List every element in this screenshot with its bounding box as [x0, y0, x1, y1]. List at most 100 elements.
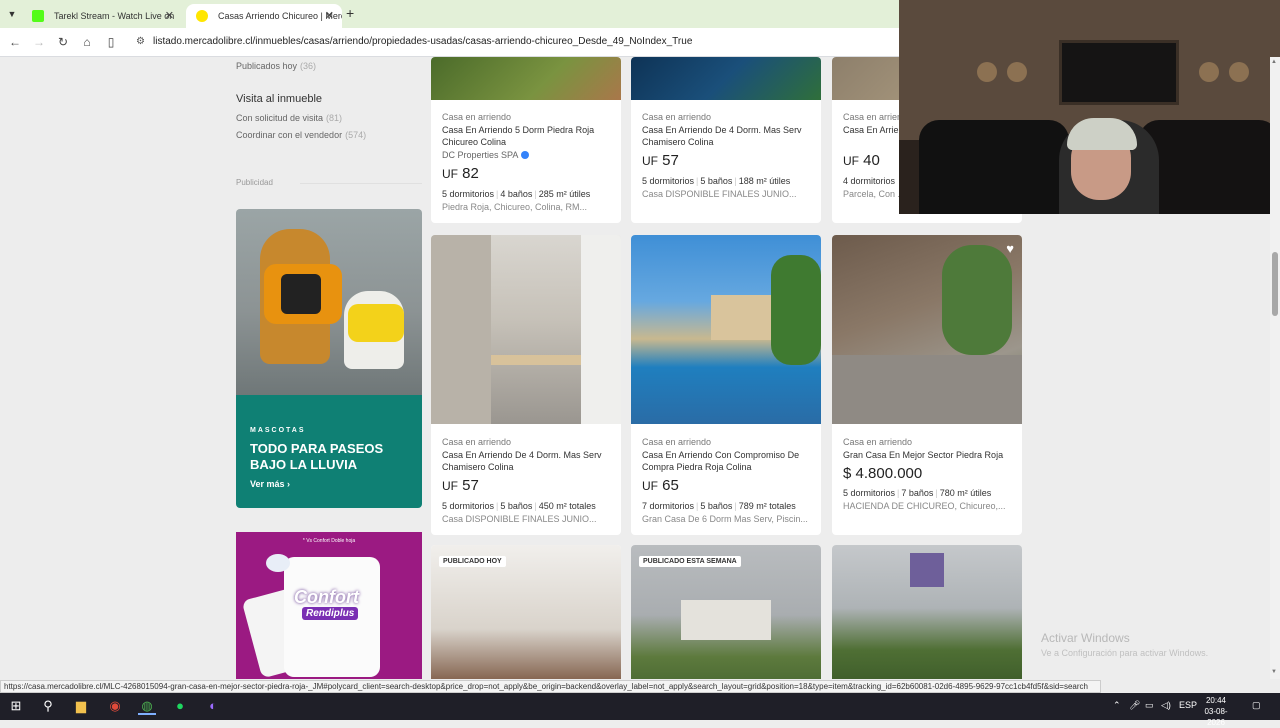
attr-baths: 7 baños	[901, 488, 934, 498]
chrome-icon[interactable]: ◍	[138, 697, 156, 715]
attr-separator: |	[935, 488, 938, 498]
scroll-down-arrow-icon[interactable]: ▼	[1271, 669, 1277, 675]
listing-price: UF 57	[642, 152, 679, 169]
filter-published-today[interactable]: Publicados hoy (36)	[236, 61, 316, 71]
forward-arrow-icon[interactable]: →	[31, 34, 47, 50]
listing-type: Casa en arriendo	[442, 437, 512, 447]
app-icon[interactable]: ◐	[204, 697, 222, 715]
yellow-raincoat	[348, 304, 404, 342]
listing-card[interactable]: Casa en arriendo Casa En Arriendo 5 Dorm…	[431, 57, 621, 223]
side-panel-icon[interactable]: ▯	[103, 34, 119, 50]
listing-card[interactable]	[832, 545, 1022, 679]
spotify-icon[interactable]: ●	[171, 697, 189, 715]
brand-sublogo: Rendiplus	[302, 607, 359, 620]
filter-label: Publicados hoy	[236, 61, 298, 71]
scrollbar-thumb[interactable]	[1272, 252, 1278, 316]
close-tab-icon[interactable]: ✕	[325, 4, 334, 28]
new-tab-plus-icon[interactable]: +	[346, 5, 354, 21]
listing-title[interactable]: Casa En Arriendo 5 Dorm Piedra Roja Chic…	[442, 124, 612, 148]
attr-area: 789 m² totales	[738, 501, 796, 511]
ad-see-more-link[interactable]: Ver más ›	[250, 479, 290, 489]
tab-title: Tarekl Stream - Watch Live on	[54, 11, 175, 21]
brand-logo: Confort	[294, 587, 359, 607]
verified-badge-icon	[521, 151, 530, 159]
network-icon[interactable]: ▭	[1145, 700, 1154, 711]
listing-photo	[431, 57, 621, 100]
language-indicator[interactable]: ESP	[1179, 700, 1197, 710]
listing-card[interactable]: Casa en arriendo Casa En Arriendo Con Co…	[631, 235, 821, 535]
page-scrollbar[interactable]: ▲ ▼	[1270, 57, 1280, 679]
attr-separator: |	[496, 189, 499, 199]
system-clock[interactable]: 20:44 03-08-2026	[1196, 695, 1236, 728]
listing-title[interactable]: Casa En Arriendo De 4 Dorm. Mas Serv Cha…	[442, 449, 612, 473]
stone-patio	[832, 355, 1022, 424]
address-bar[interactable]: ⚙ listado.mercadolibre.cl/inmuebles/casa…	[128, 31, 898, 53]
listing-title[interactable]: Casa En Arriendo De 4 Dorm. Mas Serv Cha…	[642, 124, 812, 148]
tab-search-chevron-icon[interactable]: ▼	[4, 6, 20, 22]
attr-separator: |	[534, 501, 537, 511]
attr-area: 188 m² útiles	[738, 176, 791, 186]
price-value: 65	[662, 477, 679, 494]
price-value: 82	[462, 165, 479, 182]
garden-trees	[771, 255, 821, 365]
site-info-icon[interactable]: ⚙	[136, 36, 145, 47]
listing-price: UF 40	[843, 152, 880, 169]
activate-windows-title: Activar Windows	[1041, 631, 1130, 645]
listing-seller: DC Properties SPA	[442, 150, 530, 160]
reload-icon[interactable]: ↻	[55, 34, 71, 50]
activate-windows-subtitle: Ve a Configuración para activar Windows.	[1041, 648, 1209, 658]
listing-location: Parcela, Con ...	[843, 189, 906, 199]
attr-separator: |	[897, 488, 900, 498]
listing-photo	[832, 545, 1022, 679]
tray-chevron-up-icon[interactable]: ⌃	[1113, 700, 1121, 711]
listing-price: UF 65	[642, 477, 679, 494]
confort-ad-banner[interactable]: * Vs Confort Doble hoja Confort Rendiplu…	[236, 532, 422, 679]
pets-ad-banner[interactable]: MASCOTAS TODO PARA PASEOS BAJO LA LLUVIA…	[236, 209, 422, 508]
filter-visit-request[interactable]: Con solicitud de visita (81)	[236, 113, 342, 123]
link-status-bubble: https://casa.mercadolibre.cl/MLC-4268015…	[0, 680, 1101, 693]
notifications-icon[interactable]: ▢	[1252, 700, 1261, 711]
scroll-up-arrow-icon[interactable]: ▲	[1271, 59, 1277, 65]
listing-card[interactable]: Casa en arriendo Casa En Arriendo De 4 D…	[631, 57, 821, 223]
price-currency: UF	[442, 167, 458, 181]
clock-time: 20:44	[1205, 696, 1227, 705]
filter-label: Con solicitud de visita	[236, 113, 324, 123]
listing-card[interactable]: PUBLICADO ESTA SEMANA	[631, 545, 821, 679]
search-icon[interactable]: ⚲	[39, 697, 57, 715]
price-value: 40	[863, 152, 880, 169]
attr-separator: |	[696, 501, 699, 511]
tab-mercadolibre[interactable]: Casas Arriendo Chicureo | Merc ✕	[186, 4, 342, 28]
filter-count: (574)	[345, 130, 367, 140]
back-arrow-icon[interactable]: ←	[7, 34, 23, 50]
clock-date: 03-08-2026	[1204, 707, 1228, 727]
listing-card[interactable]: PUBLICADO HOY	[431, 545, 621, 679]
windows-start-icon[interactable]: ⊞	[7, 697, 25, 715]
mercadolibre-favicon-icon	[196, 10, 208, 22]
filter-count: (81)	[326, 113, 343, 123]
microphone-icon[interactable]: 🎤︎	[1129, 700, 1140, 711]
file-explorer-icon[interactable]: ▆	[72, 697, 90, 715]
product-badge	[266, 554, 290, 572]
home-icon[interactable]: ⌂	[79, 34, 95, 50]
published-badge: PUBLICADO ESTA SEMANA	[639, 556, 741, 567]
app-icon[interactable]: ◉	[106, 697, 124, 715]
decorative-plate	[1199, 62, 1219, 82]
listing-title[interactable]: Casa En Arriendo Con Compromiso De Compr…	[642, 449, 812, 473]
listing-title[interactable]: Gran Casa En Mejor Sector Piedra Roja	[843, 449, 1013, 461]
tab-tarekl-stream[interactable]: Tarekl Stream - Watch Live on ✕	[22, 4, 182, 28]
close-tab-icon[interactable]: ✕	[165, 4, 174, 28]
attr-baths: 5 baños	[500, 501, 533, 511]
ad-title: TODO PARA PASEOS BAJO LA LLUVIA	[250, 441, 384, 472]
listing-card[interactable]: Casa en arriendo Casa En Arriendo De 4 D…	[431, 235, 621, 535]
see-more-label: Ver más	[250, 479, 285, 489]
filter-coordinate-seller[interactable]: Coordinar con el vendedor (574)	[236, 130, 366, 140]
house-facade	[681, 600, 771, 640]
listing-card[interactable]: ♥ Casa en arriendo Gran Casa En Mejor Se…	[832, 235, 1022, 535]
volume-icon[interactable]: ◁)	[1161, 700, 1171, 711]
attr-baths: 5 baños	[700, 501, 733, 511]
price-value: 57	[462, 477, 479, 494]
filter-group-title: Visita al inmueble	[236, 93, 323, 105]
black-raincoat-panel	[281, 274, 321, 314]
listing-location: Gran Casa De 6 Dorm Mas Serv, Piscin...	[642, 514, 808, 524]
favorite-heart-icon[interactable]: ♥	[1006, 241, 1014, 256]
